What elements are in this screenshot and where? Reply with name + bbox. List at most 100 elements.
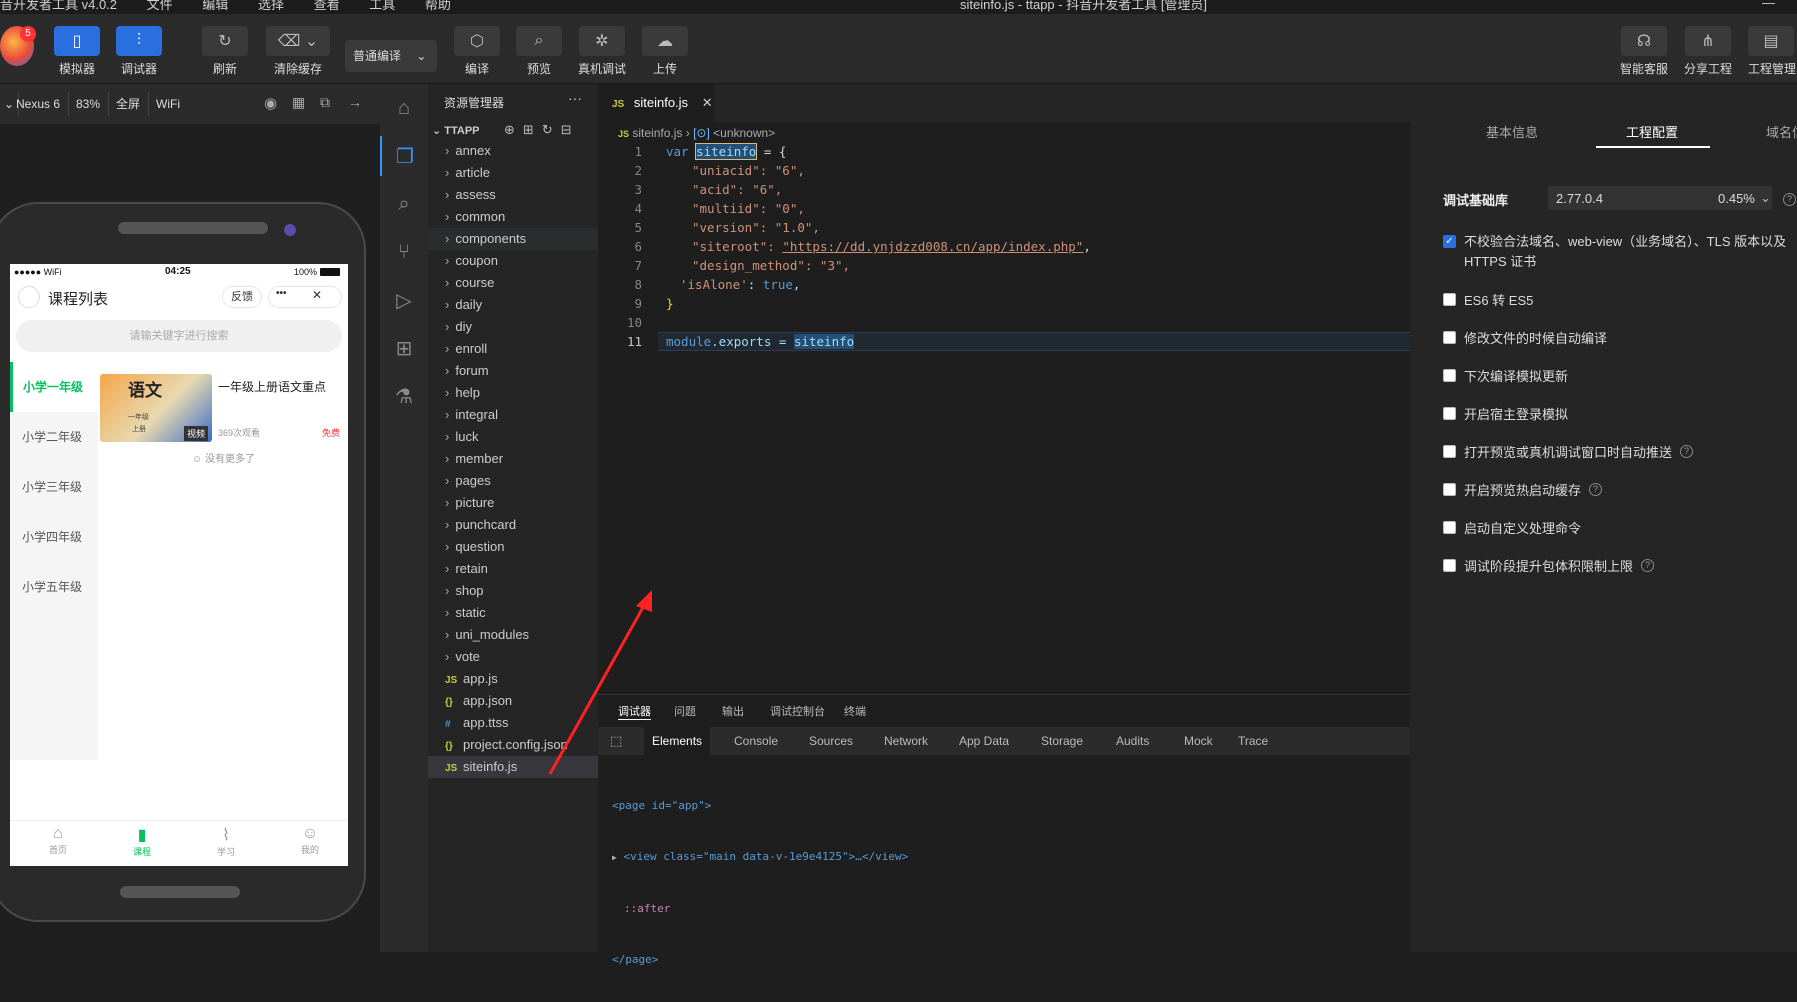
collapse-icon[interactable]: ⊟ <box>561 122 580 137</box>
grade-item-3[interactable]: 小学三年级 <box>22 478 82 495</box>
lib-version-select[interactable]: 2.77.0.4 0.45% ⌄ <box>1548 186 1772 210</box>
folder-luck[interactable]: › luck <box>428 426 598 448</box>
token-url[interactable]: "https://dd.ynjdzzd008.cn/app/index.php" <box>782 239 1083 254</box>
menu-select[interactable]: 选择 <box>258 0 284 12</box>
folder-annex[interactable]: › annex <box>428 140 598 162</box>
panel-tab-1[interactable]: 问题 <box>674 703 696 719</box>
option-8[interactable]: 启动自定义处理命令 <box>1443 518 1581 537</box>
upload-button[interactable]: ☁ 上传 <box>642 26 688 77</box>
devtools-tab-audits[interactable]: Audits <box>1108 727 1157 755</box>
devtools-tab-app-data[interactable]: App Data <box>951 727 1017 755</box>
root-folder[interactable]: ⌄ TTAPP <box>432 124 480 137</box>
folder-pages[interactable]: › pages <box>428 470 598 492</box>
menu-file[interactable]: 文件 <box>147 0 173 12</box>
tab-study[interactable]: ⌇ 学习 <box>206 825 246 858</box>
menu-view[interactable]: 查看 <box>314 0 340 12</box>
option-5[interactable]: 开启宿主登录模拟 <box>1443 404 1568 423</box>
source-control-icon[interactable]: ⑂ <box>380 232 428 272</box>
folder-help[interactable]: › help <box>428 382 598 404</box>
tab-mine[interactable]: ☺ 我的 <box>290 825 330 856</box>
minimize-button[interactable]: — <box>1762 0 1775 9</box>
option-7[interactable]: 开启预览热启动缓存? <box>1443 480 1603 499</box>
close-button[interactable]: ✕ <box>312 288 322 302</box>
search-input[interactable]: 请输关键字进行搜索 <box>16 320 342 352</box>
network-select[interactable]: WiFi <box>148 92 188 116</box>
refresh-icon[interactable]: ↻ <box>542 122 561 137</box>
devtools-tab-network[interactable]: Network <box>876 727 936 755</box>
devtools-tab-console[interactable]: Console <box>726 727 786 755</box>
breadcrumb-symbol[interactable]: <unknown> <box>713 126 775 140</box>
tab-siteinfo[interactable]: JS siteinfo.js ✕ <box>598 84 714 122</box>
option-6[interactable]: 打开预览或真机调试窗口时自动推送? <box>1443 442 1694 461</box>
folder-punchcard[interactable]: › punchcard <box>428 514 598 536</box>
menu-edit[interactable]: 编辑 <box>202 0 228 12</box>
more-icon[interactable]: ··· <box>568 90 582 106</box>
folder-retain[interactable]: › retain <box>428 558 598 580</box>
folder-diy[interactable]: › diy <box>428 316 598 338</box>
panel-tab-2[interactable]: 输出 <box>722 703 744 719</box>
checkbox[interactable] <box>1443 369 1456 382</box>
arrow-right-icon[interactable]: → <box>348 94 362 110</box>
grade-item-5[interactable]: 小学五年级 <box>22 578 82 595</box>
devtools-tab-sources[interactable]: Sources <box>801 727 861 755</box>
flask-icon[interactable]: ⚗ <box>380 376 428 416</box>
home-icon[interactable]: ⌂ <box>380 88 428 128</box>
new-folder-icon[interactable]: ⊞ <box>523 122 542 137</box>
option-2[interactable]: ES6 转 ES5 <box>1443 290 1533 309</box>
folder-picture[interactable]: › picture <box>428 492 598 514</box>
panel-tab-4[interactable]: 终端 <box>844 703 866 719</box>
checkbox[interactable] <box>1443 521 1456 534</box>
fullscreen-button[interactable]: 全屏 <box>108 92 150 116</box>
folder-coupon[interactable]: › coupon <box>428 250 598 272</box>
help-icon[interactable]: ? <box>1589 483 1603 496</box>
option-4[interactable]: 下次编译模拟更新 <box>1443 366 1568 385</box>
popout-icon[interactable]: ⧉ <box>320 94 330 111</box>
tab-project-config[interactable]: 工程配置 <box>1596 112 1710 148</box>
folder-daily[interactable]: › daily <box>428 294 598 316</box>
preview-button[interactable]: ⌕ 预览 <box>516 26 562 77</box>
menu-tools[interactable]: 工具 <box>369 0 395 12</box>
simulator-button[interactable]: ▯ 模拟器 <box>54 26 100 77</box>
compile-button[interactable]: ⬡ 编译 <box>454 26 500 77</box>
feedback-button[interactable]: 反馈 <box>222 286 262 308</box>
triangle-right-icon[interactable]: ▶ <box>612 853 617 862</box>
grid-icon[interactable]: ▦ <box>292 94 305 111</box>
grade-item-4[interactable]: 小学四年级 <box>22 528 82 545</box>
folder-common[interactable]: › common <box>428 206 598 228</box>
compile-mode-select[interactable]: 普通编译 ⌄ <box>345 40 437 72</box>
debugger-button[interactable]: ⫶ 调试器 <box>116 26 162 77</box>
folder-course[interactable]: › course <box>428 272 598 294</box>
more-button[interactable]: ••• <box>276 288 287 299</box>
run-debug-icon[interactable]: ▷ <box>380 280 428 320</box>
dom-page-close[interactable]: </page> <box>612 951 908 968</box>
checkbox[interactable] <box>1443 559 1456 572</box>
project-manage-button[interactable]: ▤ 工程管理 <box>1748 26 1796 77</box>
grade-item-2[interactable]: 小学二年级 <box>22 428 82 445</box>
checkbox[interactable] <box>1443 445 1456 458</box>
checkbox[interactable] <box>1443 331 1456 344</box>
grade-item-1[interactable]: 小学一年级 <box>10 362 98 412</box>
folder-question[interactable]: › question <box>428 536 598 558</box>
menu-help[interactable]: 帮助 <box>425 0 451 12</box>
close-icon[interactable]: ✕ <box>702 95 713 110</box>
extensions-icon[interactable]: ⊞ <box>380 328 428 368</box>
option-3[interactable]: 修改文件的时候自动编译 <box>1443 328 1607 347</box>
device-select[interactable]: Nexus 6 <box>8 92 70 116</box>
tab-course[interactable]: ▮ 课程 <box>122 825 162 858</box>
help-icon[interactable]: ? <box>1783 190 1796 206</box>
files-icon[interactable]: ❐ <box>380 136 428 176</box>
checkbox[interactable] <box>1443 407 1456 420</box>
folder-article[interactable]: › article <box>428 162 598 184</box>
course-card[interactable]: 语文 一年级 上册 视频 一年级上册语文重点 369次观看 免费 <box>100 374 344 444</box>
tab-basic-info[interactable]: 基本信息 <box>1486 122 1538 141</box>
devtools-tab-storage[interactable]: Storage <box>1033 727 1091 755</box>
breadcrumb-file[interactable]: siteinfo.js <box>632 126 682 140</box>
help-icon[interactable]: ? <box>1641 559 1655 572</box>
dom-view-row[interactable]: ▶ <view class="main data-v-1e9e4125">…</… <box>612 848 908 866</box>
code-area[interactable]: 1 2 3 4 5 6 7 8 9 10 11 var siteinfo = { "uniacid"… <box>598 143 1410 684</box>
real-debug-button[interactable]: ✲ 真机调试 <box>578 26 626 77</box>
option-9[interactable]: 调试阶段提升包体积限制上限? <box>1443 556 1655 575</box>
folder-assess[interactable]: › assess <box>428 184 598 206</box>
clear-cache-button[interactable]: ⌫ ⌄ 清除缓存 <box>266 26 330 77</box>
panel-tab-3[interactable]: 调试控制台 <box>770 703 825 719</box>
